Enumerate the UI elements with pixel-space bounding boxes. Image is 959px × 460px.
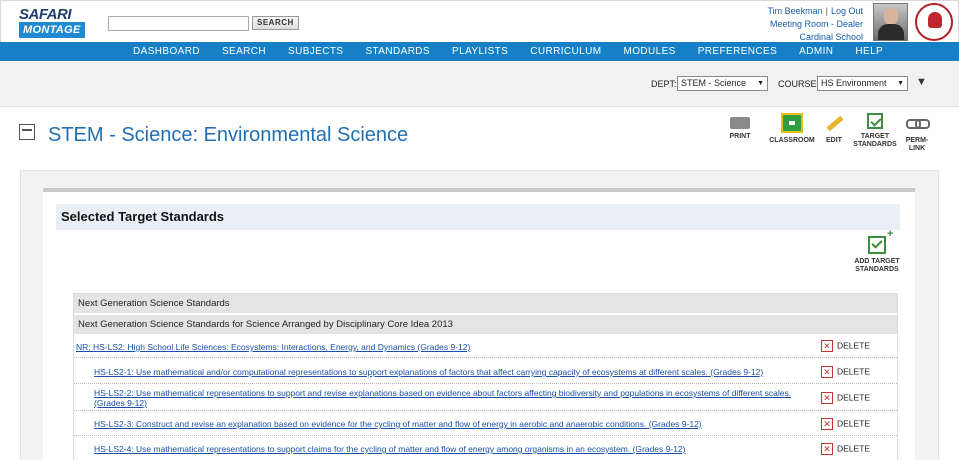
delete-icon: ✕ — [821, 340, 833, 352]
page-title: STEM - Science: Environmental Science — [48, 124, 409, 146]
classroom-button[interactable]: CLASSROOM — [766, 113, 818, 145]
standard-row: HS-LS2-4: Use mathematical representatio… — [74, 436, 897, 460]
dept-select-value: STEM - Science — [681, 78, 747, 88]
delete-label: DELETE — [837, 366, 871, 377]
nav-item-subjects[interactable]: SUBJECTS — [277, 42, 354, 61]
top-header: SAFARI MONTAGE SEARCH Tim Beekman | Log Ou… — [0, 0, 959, 42]
search-button[interactable]: SEARCH — [252, 16, 299, 30]
target-standards-button[interactable]: TARGET STANDARDS — [850, 113, 900, 149]
perm-link-icon — [906, 113, 930, 133]
add-target-standards-label: ADD TARGET STANDARDS — [854, 258, 900, 273]
delete-button[interactable]: ✕ DELETE — [821, 443, 870, 455]
chevron-down-icon: ▼ — [897, 80, 904, 87]
avatar[interactable] — [873, 3, 908, 41]
add-standard-icon: + — [868, 229, 893, 254]
delete-icon: ✕ — [821, 366, 833, 378]
nav-item-modules[interactable]: MODULES — [612, 42, 686, 61]
nav-item-admin[interactable]: ADMIN — [788, 42, 844, 61]
print-label: PRINT — [729, 133, 751, 140]
delete-label: DELETE — [837, 418, 871, 429]
delete-icon: ✕ — [821, 418, 833, 430]
standard-link[interactable]: NR: HS-LS2: High School Life Sciences: E… — [76, 342, 796, 352]
course-select[interactable]: HS Environment ▼ — [817, 76, 908, 91]
standard-row: NR: HS-LS2: High School Life Sciences: E… — [74, 336, 897, 358]
filter-bar: DEPT: STEM - Science ▼ COURSE: HS Enviro… — [0, 61, 959, 107]
nav-item-help[interactable]: HELP — [844, 42, 894, 61]
safari-montage-logo[interactable]: SAFARI MONTAGE — [19, 7, 88, 39]
delete-button[interactable]: ✕ DELETE — [821, 418, 870, 430]
delete-icon: ✕ — [821, 443, 833, 455]
nav-item-curriculum[interactable]: CURRICULUM — [519, 42, 612, 61]
meeting-room-link[interactable]: Meeting Room - Dealer — [770, 19, 863, 29]
standard-link[interactable]: HS-LS2-3: Construct and revise an explan… — [94, 419, 814, 429]
standards-subgroup-header: Next Generation Science Standards for Sc… — [74, 315, 897, 334]
nav-item-dashboard[interactable]: DASHBOARD — [122, 42, 211, 61]
edit-icon — [823, 113, 845, 133]
edit-button[interactable]: EDIT — [822, 113, 846, 145]
cardinal-bird-icon — [928, 12, 942, 28]
main-nav: DASHBOARD SEARCH SUBJECTS STANDARDS PLAYLIST… — [0, 42, 959, 61]
standard-link[interactable]: HS-LS2-1: Use mathematical and/or comput… — [94, 367, 814, 377]
print-button[interactable]: PRINT — [726, 113, 754, 141]
perm-link-button[interactable]: PERM-LINK — [902, 113, 932, 153]
delete-label: DELETE — [837, 443, 871, 454]
print-icon — [730, 117, 750, 129]
section-title: Selected Target Standards — [56, 204, 900, 230]
standard-row: HS-LS2-3: Construct and revise an explan… — [74, 411, 897, 436]
logo-bottom-text: MONTAGE — [19, 22, 85, 38]
standard-row: HS-LS2-2: Use mathematical representatio… — [74, 384, 897, 411]
nav-item-playlists[interactable]: PLAYLISTS — [441, 42, 519, 61]
school-link[interactable]: Cardinal School — [799, 32, 863, 42]
nav-item-search[interactable]: SEARCH — [211, 42, 277, 61]
standard-link[interactable]: HS-LS2-2: Use mathematical representatio… — [94, 388, 814, 408]
nav-list: DASHBOARD SEARCH SUBJECTS STANDARDS PLAYLIST… — [122, 42, 894, 61]
school-logo — [915, 3, 953, 41]
delete-button[interactable]: ✕ DELETE — [821, 366, 870, 378]
nav-item-standards[interactable]: STANDARDS — [354, 42, 441, 61]
target-standards-icon — [867, 113, 883, 129]
dept-select[interactable]: STEM - Science ▼ — [677, 76, 768, 91]
dept-label: DEPT: — [651, 79, 677, 89]
logout-link[interactable]: Log Out — [831, 6, 863, 16]
separator: | — [825, 6, 828, 16]
nav-item-preferences[interactable]: PREFERENCES — [687, 42, 788, 61]
user-links: Tim Beekman | Log Out Meeting Room - Deale… — [767, 5, 863, 44]
avatar-head — [884, 8, 898, 25]
collapse-box-icon[interactable] — [19, 124, 35, 140]
delete-label: DELETE — [837, 392, 871, 403]
avatar-body — [878, 24, 904, 40]
edit-label: EDIT — [826, 137, 842, 144]
add-target-standards-button[interactable]: + ADD TARGET STANDARDS — [851, 229, 903, 274]
collapse-chevron-icon[interactable]: ▼ — [916, 76, 927, 88]
classroom-icon — [781, 113, 803, 133]
chevron-down-icon: ▼ — [757, 80, 764, 87]
delete-button[interactable]: ✕ DELETE — [821, 392, 870, 404]
standards-group-header: Next Generation Science Standards — [74, 294, 897, 313]
delete-label: DELETE — [837, 340, 871, 351]
delete-button[interactable]: ✕ DELETE — [821, 340, 870, 352]
delete-icon: ✕ — [821, 392, 833, 404]
course-label: COURSE: — [778, 79, 820, 89]
logo-top-text: SAFARI — [19, 6, 72, 23]
target-standards-label: TARGET STANDARDS — [853, 133, 897, 148]
standard-link[interactable]: HS-LS2-4: Use mathematical representatio… — [94, 444, 814, 454]
user-name-link[interactable]: Tim Beekman — [767, 6, 822, 16]
course-select-value: HS Environment — [821, 78, 887, 88]
search-input[interactable] — [108, 16, 249, 31]
perm-link-label: PERM-LINK — [905, 137, 929, 152]
classroom-label: CLASSROOM — [769, 137, 815, 144]
standard-row: HS-LS2-1: Use mathematical and/or comput… — [74, 358, 897, 384]
